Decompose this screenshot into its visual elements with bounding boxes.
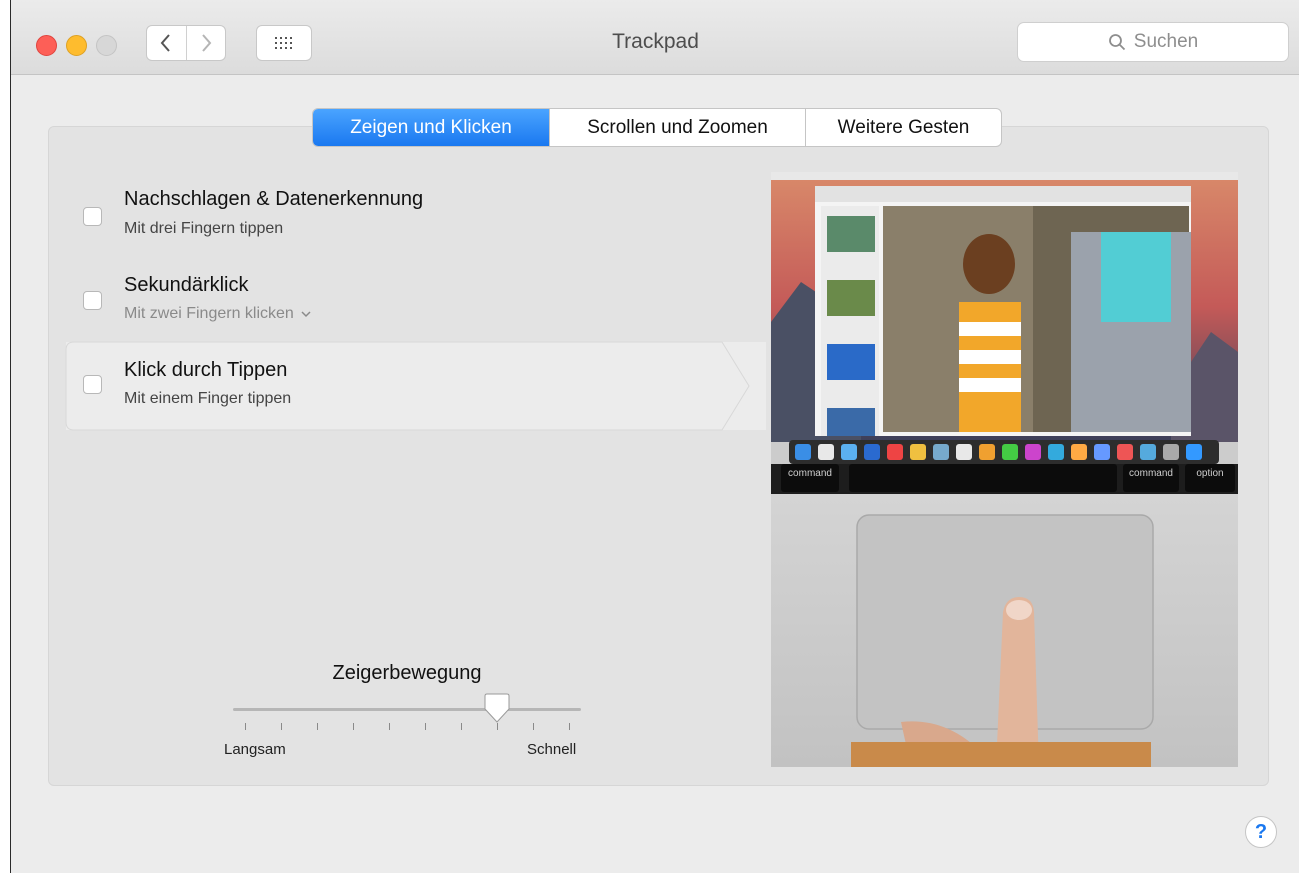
secondary-click-checkbox[interactable] [83,291,102,310]
option-title: Sekundärklick [124,274,249,296]
search-field[interactable]: Suchen [1017,22,1289,62]
preview-illustration: command command option [771,172,1238,767]
slider-tick [281,723,282,730]
slider-tick [461,723,462,730]
slider-tick [389,723,390,730]
dock-app-icon [933,444,949,460]
dock-app-icon [956,444,972,460]
dock-app-icon [864,444,880,460]
dock-app-icon [979,444,995,460]
secondary-click-dropdown[interactable]: Mit zwei Fingern klicken [124,305,311,323]
slider-tick [353,723,354,730]
tracking-speed-label: Zeigerbewegung [332,662,482,684]
tab-point-and-click[interactable]: Zeigen und Klicken [313,109,549,146]
dock-app-icon [1186,444,1202,460]
dock-app-icon [841,444,857,460]
chevron-down-icon [301,310,311,317]
slider-min-label: Langsam [224,741,286,758]
help-button[interactable]: ? [1245,816,1277,848]
dock-app-icon [1071,444,1087,460]
trackpad-preview-image: command command option [771,172,1238,767]
slider-tick [245,723,246,730]
settings-panel: Nachschlagen & Datenerkennung Mit drei F… [48,126,1269,786]
slider-max-label: Schnell [527,741,577,758]
option-title: Klick durch Tippen [124,359,288,381]
search-placeholder: Suchen [1133,31,1199,52]
dock-app-icon [887,444,903,460]
key-label-command-left: command [788,468,832,479]
slider-tick [497,723,498,730]
titlebar: Trackpad Suchen [11,0,1299,75]
dock-app-icon [1002,444,1018,460]
dock-app-icon [795,444,811,460]
dock-app-icon [910,444,926,460]
key-label-option: option [1196,468,1223,479]
selection-arrow [65,341,750,431]
search-icon [1108,34,1125,51]
tab-scroll-and-zoom[interactable]: Scrollen und Zoomen [549,109,805,146]
dock-app-icon [1048,444,1064,460]
dock-app-icon [1163,444,1179,460]
dock-app-icon [1094,444,1110,460]
slider-knob[interactable] [484,693,510,723]
lookup-checkbox[interactable] [83,207,102,226]
dock-app-icon [818,444,834,460]
tracking-speed-slider[interactable] [233,708,581,711]
option-subtitle: Mit einem Finger tippen [124,390,292,407]
option-lookup: Nachschlagen & Datenerkennung Mit drei F… [49,177,749,265]
dock-app-icon [1117,444,1133,460]
preferences-window: Trackpad Suchen Nachschlagen & Datenerke… [10,0,1299,873]
dock-app-icon [1025,444,1041,460]
option-title: Nachschlagen & Datenerkennung [124,188,424,210]
tab-bar: Zeigen und Klicken Scrollen und Zoomen W… [312,108,1002,147]
tab-more-gestures[interactable]: Weitere Gesten [805,109,1001,146]
slider-tick [425,723,426,730]
slider-ticks [233,723,581,731]
dropdown-value: Mit zwei Fingern klicken [124,305,294,322]
help-icon: ? [1254,820,1268,843]
option-subtitle: Mit drei Fingern tippen [124,220,284,237]
slider-tick [533,723,534,730]
tap-to-click-checkbox[interactable] [83,375,102,394]
option-tap-to-click[interactable]: Klick durch Tippen Mit einem Finger tipp… [65,341,766,431]
key-label-command-right: command [1129,468,1173,479]
slider-tick [569,723,570,730]
dock-app-icon [1140,444,1156,460]
option-secondary-click: Sekundärklick Mit zwei Fingern klicken [49,263,749,351]
slider-tick [317,723,318,730]
